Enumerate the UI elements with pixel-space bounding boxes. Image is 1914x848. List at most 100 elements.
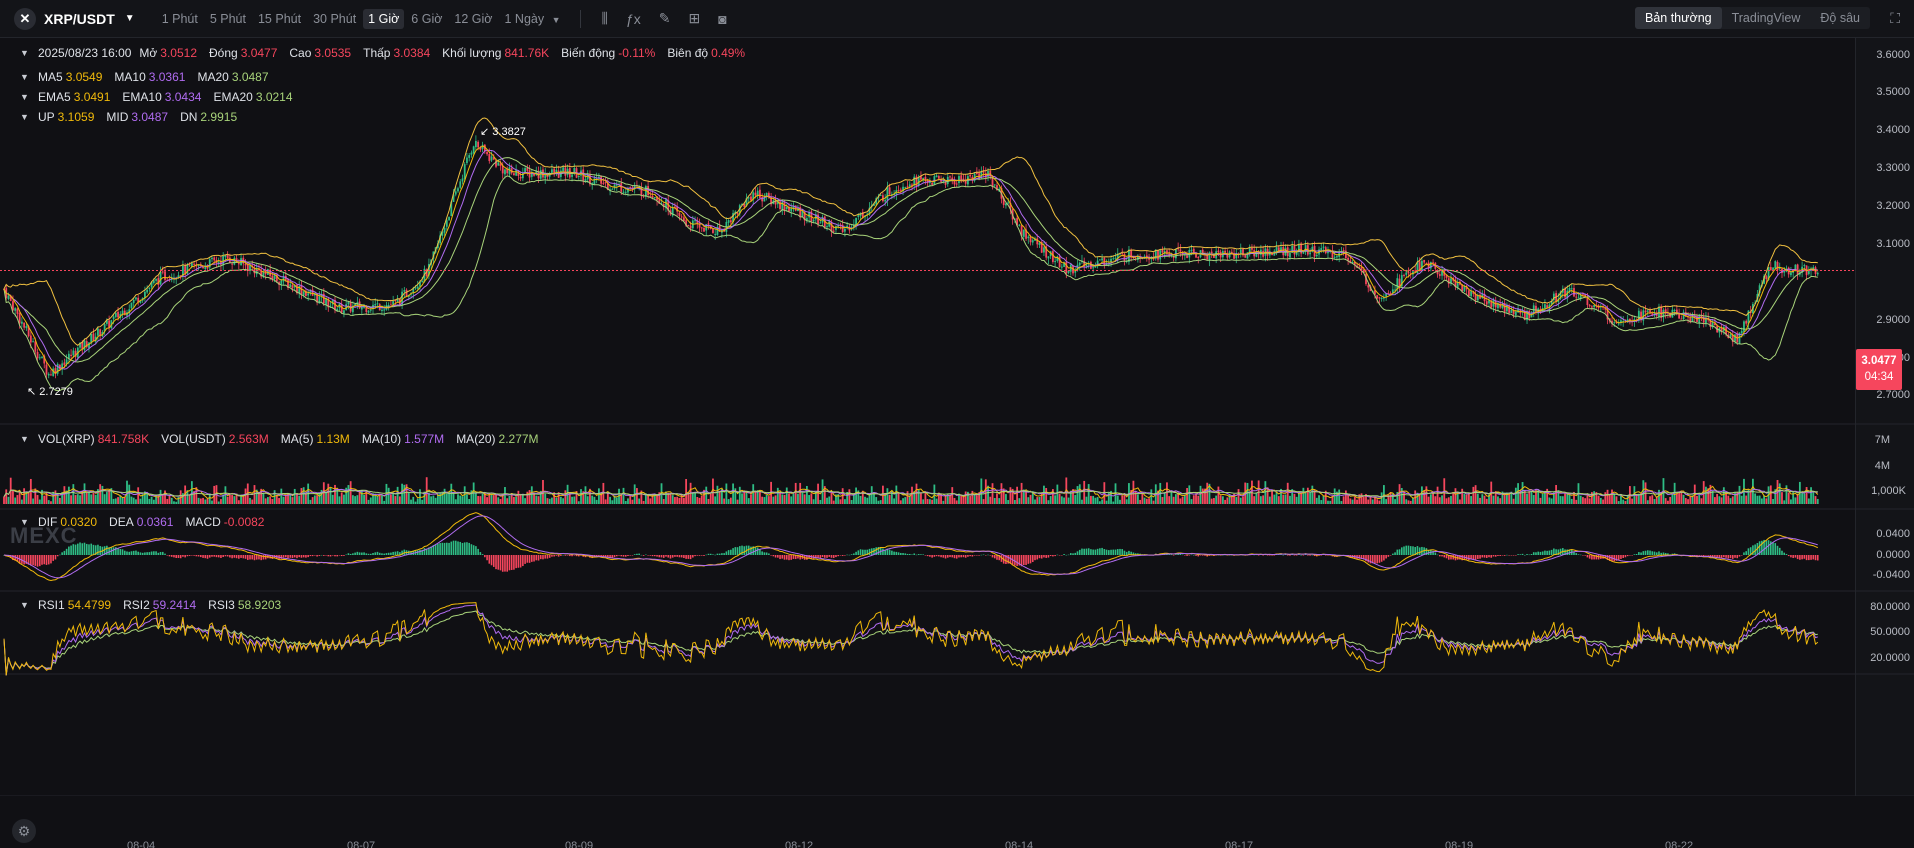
volume-bar: [79, 495, 81, 504]
view-depth[interactable]: Độ sâu: [1810, 7, 1870, 29]
volume-bar: [1514, 487, 1517, 504]
chevron-down-icon[interactable]: ▼: [20, 600, 30, 610]
view-basic[interactable]: Bản thường: [1634, 7, 1722, 29]
volume-bar: [452, 493, 455, 504]
chevron-down-icon[interactable]: ▼: [20, 48, 30, 58]
timeframe-30m[interactable]: 30 Phút: [308, 9, 361, 29]
candle-body: [897, 189, 900, 191]
volume-bar: [1170, 491, 1173, 504]
volume-bar: [32, 498, 34, 504]
macd-histogram-bar: [1633, 554, 1636, 555]
volume-bar: [1148, 498, 1150, 504]
volume-bar: [1213, 498, 1215, 504]
volume-bar: [584, 486, 587, 504]
volume-bar: [59, 497, 61, 504]
candle-body: [1161, 249, 1164, 253]
volume-bar: [1045, 488, 1048, 504]
timeframe-15m[interactable]: 15 Phút: [253, 9, 306, 29]
volume-bar: [1481, 494, 1484, 504]
macd-histogram-bar: [669, 555, 672, 559]
high-marker-value: 3.3827: [492, 126, 526, 138]
volume-bar: [991, 483, 994, 504]
candle-body: [1315, 254, 1318, 257]
macd-histogram-bar: [964, 555, 967, 558]
candle-body: [714, 233, 717, 235]
macd-histogram-bar: [347, 553, 350, 555]
candle-body: [953, 180, 956, 185]
volume-bar: [1268, 496, 1271, 504]
volume-bar: [1787, 492, 1790, 504]
macd-histogram-bar: [618, 555, 620, 556]
volume-bar: [745, 492, 748, 504]
volume-bar: [298, 495, 301, 504]
candle-body: [477, 141, 480, 148]
chart-area[interactable]: MEXC ▼ 2025/08/23 16:00 Mở 3.0512 Đóng 3.0…: [0, 38, 1914, 848]
macd-histogram-bar: [991, 555, 994, 558]
chevron-down-icon[interactable]: ▼: [20, 92, 30, 102]
chevron-down-icon[interactable]: ▼: [125, 13, 135, 24]
candle-body: [826, 226, 828, 228]
volume-bar: [499, 499, 502, 504]
candle-body: [562, 167, 565, 172]
symbol-selector[interactable]: XRP/USDT: [44, 11, 115, 27]
volume-bar: [850, 500, 853, 504]
volume-bar: [1145, 498, 1148, 504]
candle-type-icon[interactable]: ⫼: [602, 10, 608, 27]
timeframe-5m[interactable]: 5 Phút: [205, 9, 251, 29]
macd-histogram-bar: [1188, 555, 1191, 556]
volume-bar: [642, 500, 645, 504]
volume-bar: [1734, 491, 1736, 504]
macd-histogram-bar: [1099, 548, 1101, 555]
macd-histogram-bar: [1548, 550, 1551, 555]
macd-histogram-bar: [1617, 555, 1620, 561]
chevron-down-icon[interactable]: ▼: [20, 434, 30, 444]
volume-bar: [763, 497, 766, 504]
volume-bar: [121, 497, 124, 504]
macd-histogram-bar: [573, 555, 576, 556]
timeframe-1m[interactable]: 1 Phút: [157, 9, 203, 29]
macd-histogram-bar: [155, 551, 157, 555]
candle-body: [1772, 267, 1774, 270]
chevron-down-icon[interactable]: ▼: [20, 517, 30, 527]
settings-gear-icon[interactable]: ⚙: [12, 819, 36, 843]
volume-bar: [83, 483, 86, 504]
candle-body: [7, 295, 10, 300]
macd-histogram-bar: [1714, 555, 1716, 557]
ma5-label: MA5: [38, 70, 63, 84]
volume-bar: [123, 496, 126, 504]
candle-body: [1485, 301, 1488, 305]
layout-grid-icon[interactable]: ⊞: [689, 10, 701, 27]
macd-histogram-bar: [291, 555, 294, 559]
camera-icon[interactable]: ◙: [718, 11, 726, 27]
macd-histogram-bar: [1812, 555, 1815, 560]
timeframe-more-dropdown[interactable]: 1 Ngày ▼: [500, 9, 566, 29]
volume-bar: [331, 494, 334, 504]
drawing-pencil-icon[interactable]: ✎: [659, 10, 671, 27]
macd-histogram-bar: [627, 555, 629, 556]
volume-bar: [1559, 496, 1562, 504]
vol-tick: 7M: [1874, 434, 1890, 446]
timeframe-12h[interactable]: 12 Giờ: [449, 9, 497, 29]
macd-histogram-bar: [736, 547, 739, 555]
chevron-down-icon[interactable]: ▼: [20, 72, 30, 82]
volume-bar: [1530, 490, 1533, 504]
volume-bar: [1763, 495, 1765, 504]
volume-bar: [1374, 497, 1376, 504]
boll-up-label: UP: [38, 110, 55, 124]
view-tradingview[interactable]: TradingView: [1722, 7, 1811, 29]
macd-histogram-bar: [224, 555, 227, 557]
macd-histogram-bar: [893, 551, 895, 555]
macd-histogram-bar: [349, 553, 352, 555]
volume-bar: [1689, 495, 1692, 504]
candle-body: [1512, 310, 1515, 315]
volume-bar: [714, 496, 717, 504]
timeframe-6h[interactable]: 6 Giờ: [406, 9, 447, 29]
chevron-down-icon[interactable]: ▼: [20, 112, 30, 122]
fullscreen-icon[interactable]: ⛶: [1890, 10, 1900, 27]
indicator-fx-icon[interactable]: ƒx: [626, 11, 641, 27]
candle-body: [1816, 272, 1819, 275]
volume-bar: [419, 489, 421, 504]
timeframe-1h[interactable]: 1 Giờ: [363, 8, 405, 29]
candle-body: [1405, 272, 1408, 275]
volume-bar: [1669, 496, 1672, 504]
